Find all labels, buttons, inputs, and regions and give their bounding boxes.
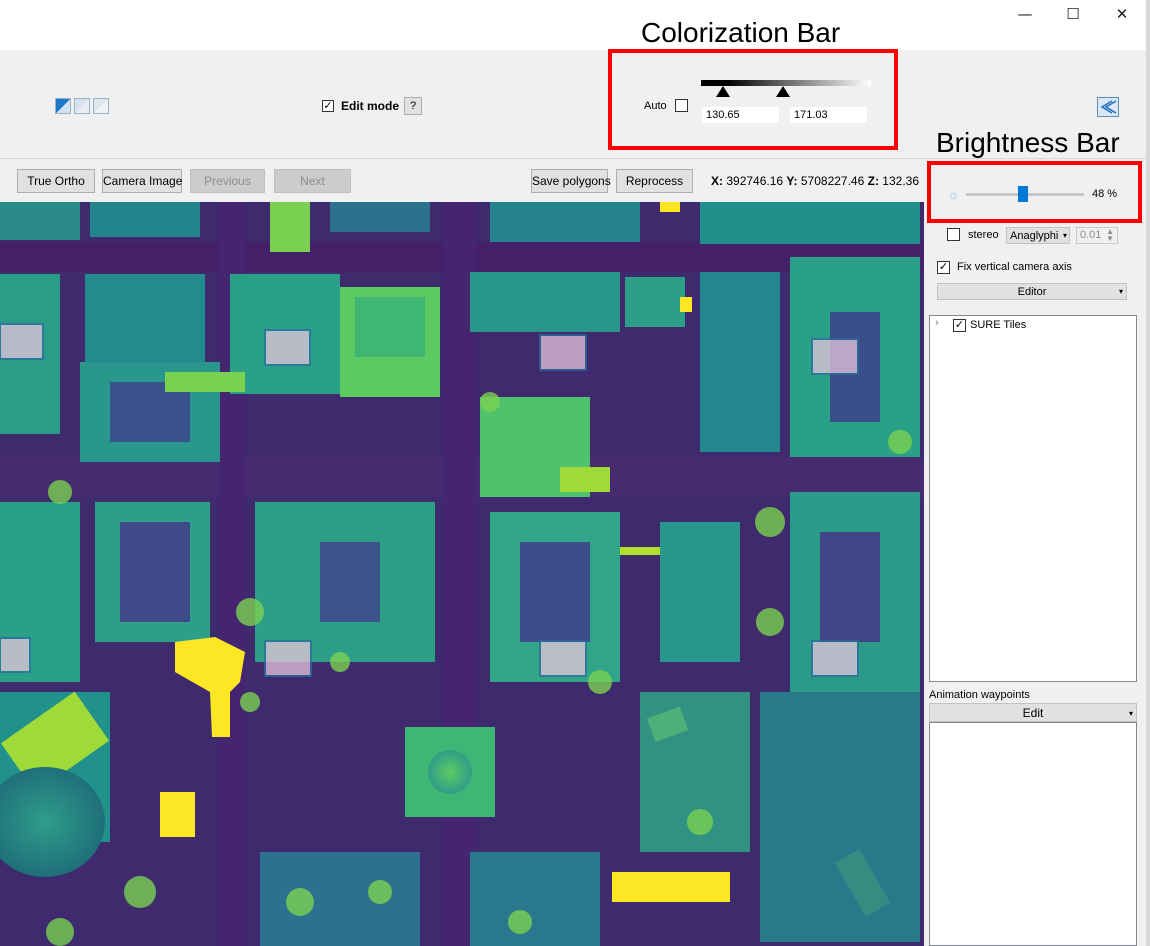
brightness-value: 48 % (1092, 188, 1118, 200)
height-map-image (0, 202, 924, 946)
color-max-handle-icon[interactable] (776, 86, 790, 97)
chevron-down-icon: ▾ (1062, 231, 1067, 240)
maximize-button[interactable]: ☐ (1058, 4, 1088, 24)
window-title-bar (0, 0, 1146, 50)
z-label: Z: (867, 174, 879, 188)
animation-edit-value: Edit (1022, 706, 1044, 720)
color-max-field[interactable] (790, 107, 867, 123)
x-value: 392746.16 (726, 174, 784, 188)
chevron-down-icon: ▾ (1118, 287, 1123, 296)
x-label: X: (711, 174, 723, 188)
y-label: Y: (786, 174, 798, 188)
spin-arrows-icon: ▲ ▼ (1106, 227, 1114, 243)
color-min-handle-icon[interactable] (716, 86, 730, 97)
camera-image-button[interactable]: Camera Image (102, 169, 182, 193)
waypoints-list[interactable] (929, 722, 1137, 946)
stereo-checkbox[interactable] (947, 228, 960, 241)
layer-label-sure-tiles: SURE Tiles (970, 319, 1027, 331)
layer-checkbox-sure-tiles[interactable]: ✓ (953, 319, 966, 332)
minimize-button[interactable]: — (1010, 4, 1040, 24)
map-viewport[interactable] (0, 202, 924, 946)
editor-dropdown[interactable]: Editor ▾ (937, 283, 1127, 300)
window-right-border (1146, 0, 1150, 946)
chevron-down-icon: ▾ (1128, 709, 1133, 718)
z-value: 132.36 (882, 174, 919, 188)
close-button[interactable]: ✕ (1107, 4, 1137, 24)
y-value: 5708227.46 (800, 174, 865, 188)
stereo-label: stereo (968, 229, 999, 241)
view-mode-2-icon[interactable] (74, 98, 90, 114)
fix-vertical-axis-label: Fix vertical camera axis (957, 261, 1072, 273)
stereo-mode-value: Anaglyphi (1010, 230, 1059, 242)
editor-dropdown-value: Editor (1017, 286, 1047, 298)
coordinate-readout: X: 392746.16 Y: 5708227.46 Z: 132.36 (711, 174, 919, 188)
color-min-field[interactable] (702, 107, 779, 123)
animation-waypoints-header: Animation waypoints (929, 689, 1030, 701)
true-ortho-button[interactable]: True Ortho (17, 169, 95, 193)
view-mode-1-icon[interactable] (55, 98, 71, 114)
stereo-offset-spinbox[interactable]: 0.01 ▲ ▼ (1076, 227, 1118, 244)
view-mode-3-icon[interactable] (93, 98, 109, 114)
brightness-icon: ☼ (947, 186, 960, 202)
auto-checkbox[interactable] (675, 99, 688, 112)
edit-mode-checkbox[interactable]: ✓ (322, 100, 334, 112)
brightness-annotation-label: Brightness Bar (936, 127, 1120, 158)
auto-label: Auto (644, 100, 667, 112)
collapse-panel-icon[interactable] (1097, 97, 1119, 117)
stereo-offset-value: 0.01 (1080, 229, 1102, 241)
stereo-mode-dropdown[interactable]: Anaglyphi ▾ (1006, 227, 1070, 244)
edit-mode-label: Edit mode (341, 99, 400, 113)
next-button[interactable]: Next (274, 169, 351, 193)
reprocess-button[interactable]: Reprocess (616, 169, 693, 193)
save-polygons-button[interactable]: Save polygons (531, 169, 611, 193)
previous-button[interactable]: Previous (190, 169, 265, 193)
brightness-slider-handle[interactable] (1017, 186, 1028, 202)
layer-tree[interactable] (929, 315, 1137, 682)
help-button[interactable]: ? (404, 97, 422, 115)
colorization-annotation-label: Colorization Bar (641, 17, 841, 48)
expand-arrow-icon[interactable]: › (935, 317, 939, 329)
fix-vertical-axis-checkbox[interactable]: ✓ (937, 261, 950, 274)
animation-edit-dropdown[interactable]: Edit ▾ (929, 703, 1137, 722)
